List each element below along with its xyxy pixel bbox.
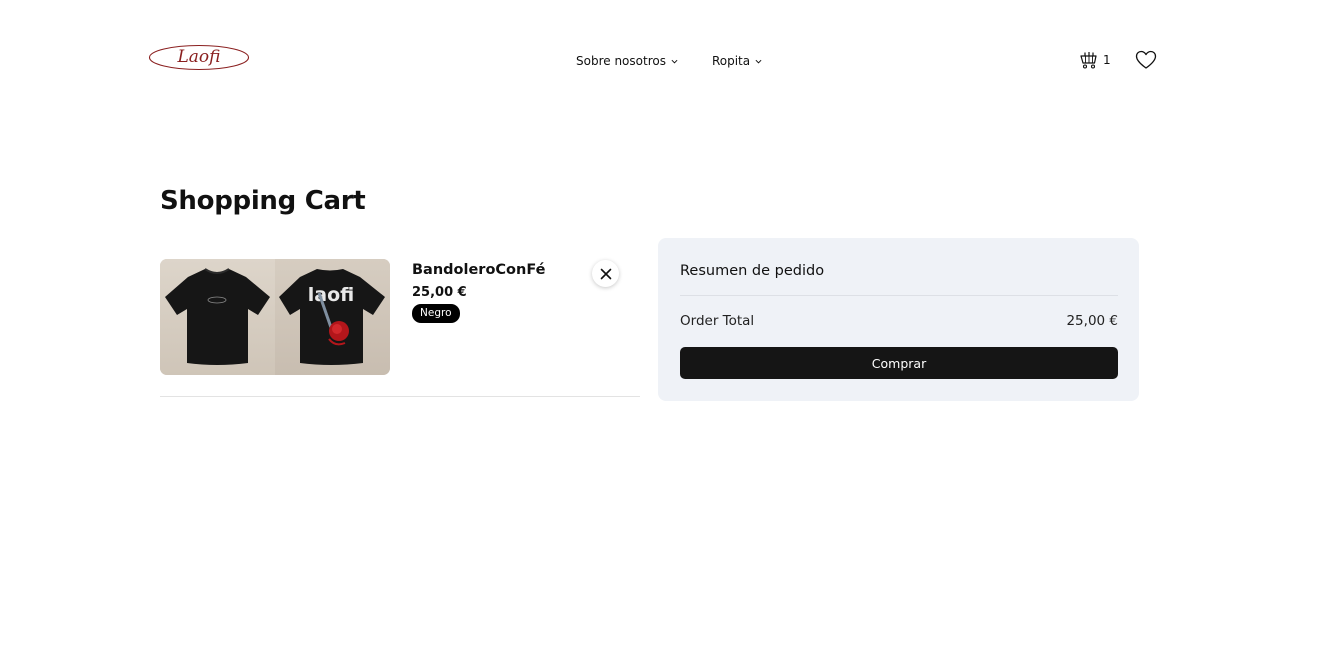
order-summary: Resumen de pedido Order Total 25,00 € Co… bbox=[658, 238, 1139, 401]
site-header: Laofi Sobre nosotros Ropita 1 bbox=[0, 0, 1322, 120]
order-total-value: 25,00 € bbox=[1066, 313, 1118, 329]
product-info: BandoleroConFé 25,00 € Negro bbox=[412, 262, 546, 323]
page-title: Shopping Cart bbox=[160, 186, 366, 216]
cart-button[interactable]: 1 bbox=[1079, 50, 1111, 70]
variant-badge: Negro bbox=[412, 304, 460, 323]
cart-count: 1 bbox=[1103, 53, 1111, 67]
print-text: laofi bbox=[308, 284, 354, 306]
nav-item-sobre-nosotros[interactable]: Sobre nosotros bbox=[576, 52, 678, 70]
chevron-down-icon bbox=[755, 59, 762, 63]
summary-divider bbox=[680, 295, 1118, 296]
product-image-back: laofi bbox=[275, 259, 390, 375]
product-name[interactable]: BandoleroConFé bbox=[412, 262, 546, 278]
main-nav: Sobre nosotros Ropita bbox=[576, 52, 762, 70]
nav-item-ropita[interactable]: Ropita bbox=[712, 52, 762, 70]
nav-item-label: Sobre nosotros bbox=[576, 54, 666, 68]
close-icon bbox=[600, 268, 611, 279]
buy-button[interactable]: Comprar bbox=[680, 347, 1118, 379]
remove-item-button[interactable] bbox=[592, 260, 619, 287]
order-total-label: Order Total bbox=[680, 313, 755, 329]
brand-logo[interactable]: Laofi bbox=[148, 43, 250, 72]
shopping-basket-icon bbox=[1080, 52, 1097, 69]
summary-title: Resumen de pedido bbox=[680, 263, 825, 279]
product-price: 25,00 € bbox=[412, 285, 467, 300]
chevron-down-icon bbox=[671, 59, 678, 63]
product-image[interactable]: laofi bbox=[160, 259, 390, 375]
wishlist-button[interactable] bbox=[1135, 50, 1157, 70]
cart-item: laofi BandoleroConFé 25,00 € Negro bbox=[160, 259, 640, 397]
heart-icon bbox=[1135, 50, 1156, 69]
header-actions: 1 bbox=[1079, 50, 1157, 70]
logo-text: Laofi bbox=[177, 47, 221, 67]
nav-item-label: Ropita bbox=[711, 54, 751, 68]
product-image-front bbox=[160, 259, 275, 375]
